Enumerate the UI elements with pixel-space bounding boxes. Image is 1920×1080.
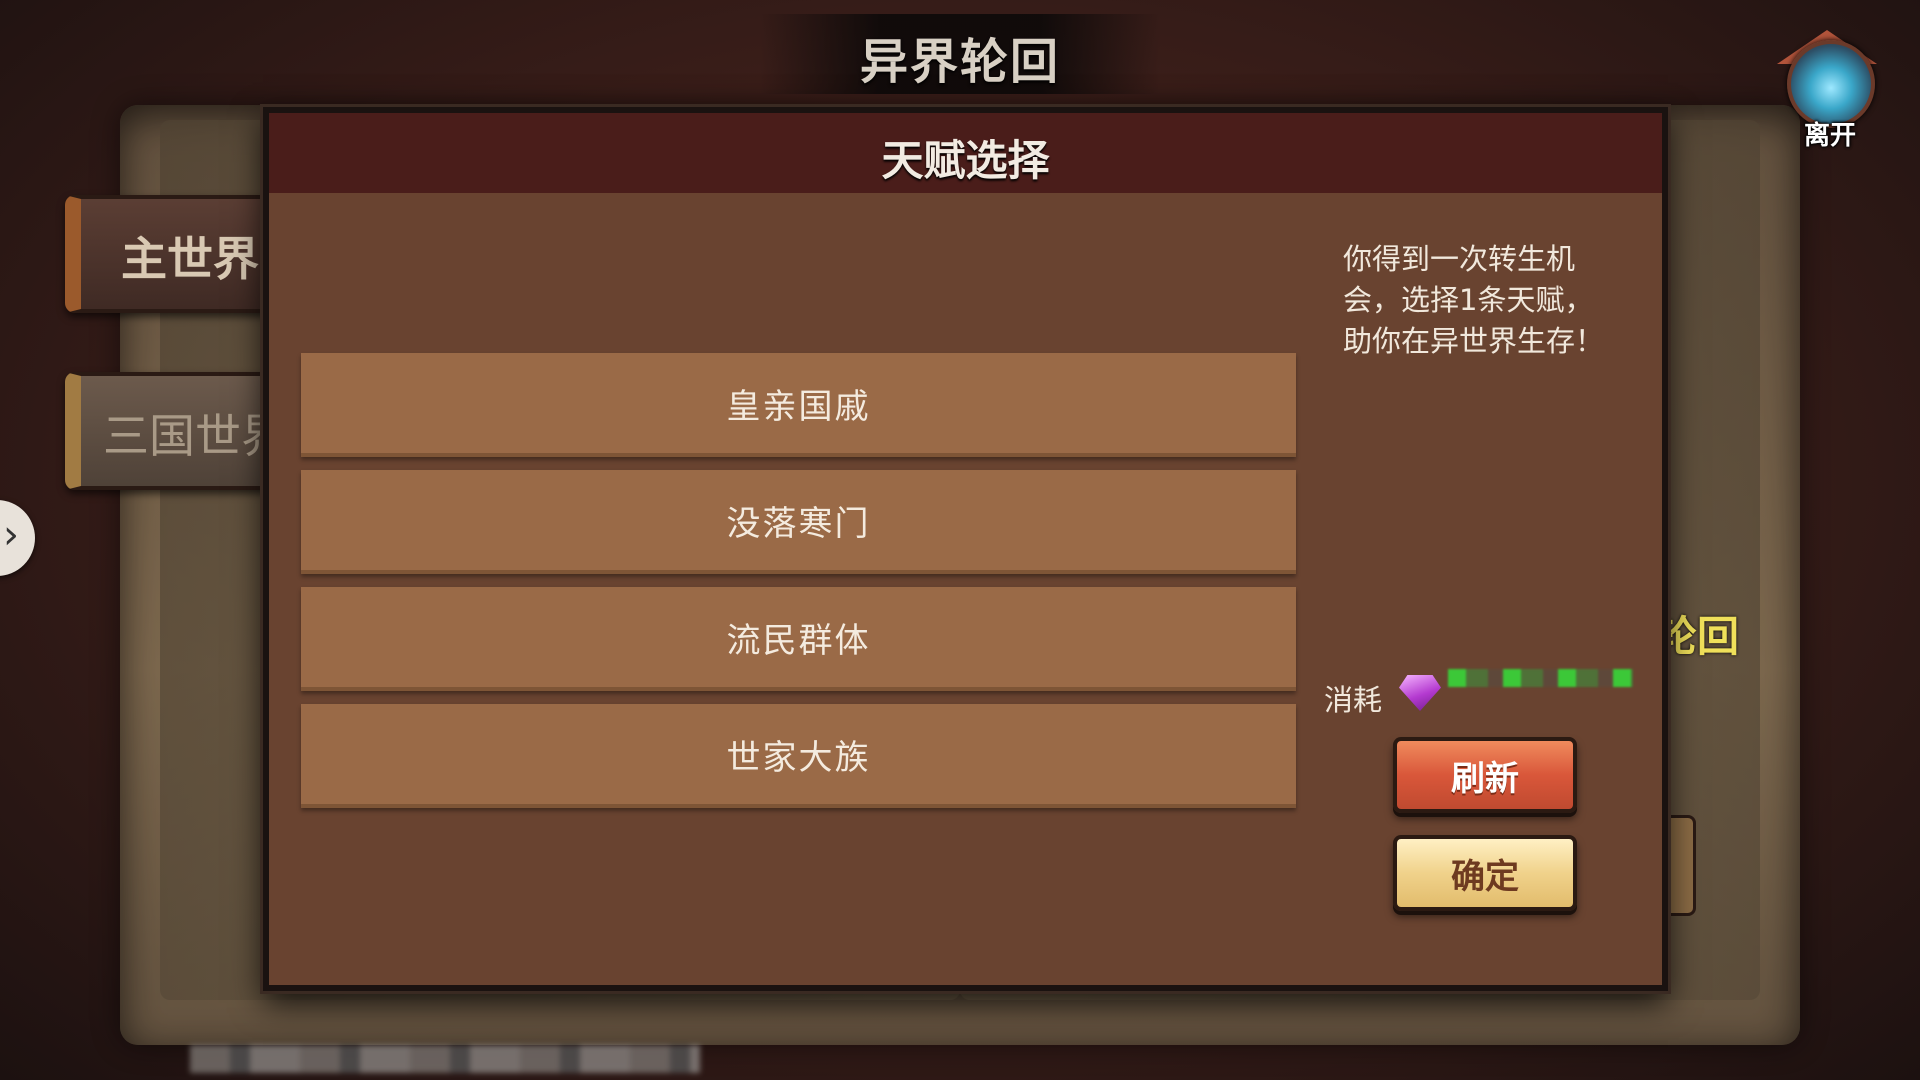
tab-three-kingdoms-world[interactable]: 三国世界 bbox=[65, 372, 295, 490]
dialog-header: 天赋选择 bbox=[269, 113, 1662, 193]
confirm-button[interactable]: 确定 bbox=[1393, 835, 1577, 911]
talent-option-royal-kin[interactable]: 皇亲国戚 bbox=[301, 353, 1296, 457]
cost-value-obscured bbox=[1448, 669, 1633, 687]
dialog-title: 天赋选择 bbox=[881, 136, 1050, 185]
leave-button[interactable]: 离开 bbox=[1775, 30, 1885, 151]
tab-label: 主世界 bbox=[121, 232, 259, 286]
refresh-cost: 消耗 bbox=[1324, 669, 1644, 719]
talent-option-list: 皇亲国戚 没落寒门 流民群体 世家大族 bbox=[301, 353, 1296, 821]
talent-select-dialog: 天赋选择 皇亲国戚 没落寒门 流民群体 世家大族 你得到一次转生机会，选择1条天… bbox=[263, 107, 1668, 991]
gem-icon bbox=[1399, 675, 1441, 711]
obscured-footer-text bbox=[190, 1045, 700, 1073]
cost-label: 消耗 bbox=[1324, 683, 1383, 717]
refresh-button[interactable]: 刷新 bbox=[1393, 737, 1577, 813]
screen-title: 异界轮回 bbox=[859, 34, 1060, 90]
talent-option-fallen-family[interactable]: 没落寒门 bbox=[301, 470, 1296, 574]
dialog-description: 你得到一次转生机会，选择1条天赋，助你在异世界生存！ bbox=[1343, 242, 1605, 358]
expand-side-button[interactable]: › bbox=[0, 500, 35, 576]
tab-main-world[interactable]: 主世界 bbox=[65, 195, 295, 313]
tab-label: 三国世界 bbox=[103, 409, 287, 463]
leave-label: 离开 bbox=[1803, 121, 1856, 151]
chevron-right-icon: › bbox=[3, 512, 19, 558]
talent-option-refugees[interactable]: 流民群体 bbox=[301, 587, 1296, 691]
talent-option-noble-clan[interactable]: 世家大族 bbox=[301, 704, 1296, 808]
